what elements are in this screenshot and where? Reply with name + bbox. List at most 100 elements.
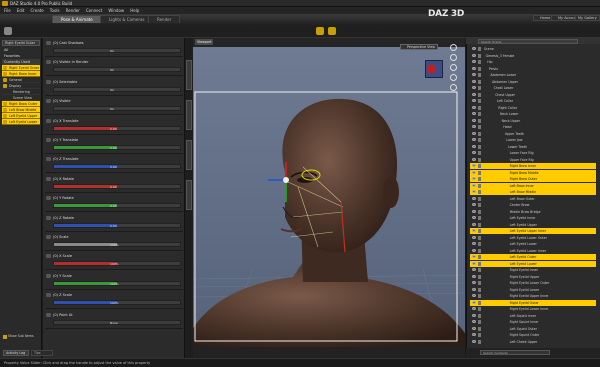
scene-node[interactable]: Hip <box>470 59 596 65</box>
scene-node[interactable]: Pelvis <box>470 66 596 72</box>
parameter-slider[interactable]: 0.00 <box>53 203 181 209</box>
lock-icon[interactable] <box>478 320 481 324</box>
scene-node[interactable]: Right Eyelid Upper <box>470 274 596 280</box>
visibility-eye-icon[interactable] <box>472 242 476 245</box>
parameter-slider[interactable]: On <box>53 106 181 112</box>
lock-icon[interactable] <box>478 151 481 155</box>
scene-node[interactable]: Scene <box>470 46 596 52</box>
content-search-input[interactable]: Search Contents <box>480 350 550 355</box>
parameter-slider[interactable]: 100% <box>53 280 181 286</box>
scene-node[interactable]: Chest Upper <box>470 92 596 98</box>
scene-node[interactable]: Abdomen Lower <box>470 72 596 78</box>
tab-tips[interactable]: Tips <box>31 350 53 356</box>
lock-icon[interactable] <box>478 177 481 181</box>
scene-node[interactable]: Right Brow Middle <box>470 169 596 176</box>
lock-icon[interactable] <box>478 274 481 279</box>
lock-icon[interactable] <box>478 164 481 168</box>
scene-node[interactable]: Abdomen Upper <box>470 79 596 85</box>
scene-node[interactable]: Left Eyelid Lower <box>470 260 596 267</box>
lock-icon[interactable] <box>478 92 481 97</box>
side-tab[interactable] <box>186 100 192 130</box>
lock-icon[interactable] <box>478 170 481 175</box>
parameter-slider[interactable]: 0.00 <box>53 183 181 189</box>
scene-node[interactable]: Left Eyelid Lower Inner <box>470 248 596 254</box>
lock-icon[interactable] <box>478 125 481 129</box>
lock-icon[interactable] <box>478 112 481 116</box>
scene-node[interactable]: Head <box>470 124 596 130</box>
parameter-slider[interactable]: None <box>53 319 181 325</box>
lock-icon[interactable] <box>478 222 481 227</box>
scene-node[interactable]: Right Eyelid Outer <box>470 299 596 306</box>
scene-node[interactable]: Lower Face Rig <box>470 150 596 156</box>
lock-icon[interactable] <box>478 333 481 337</box>
left-item[interactable]: Left Eyelid Lower <box>2 119 40 125</box>
lock-icon[interactable] <box>478 339 481 344</box>
visibility-eye-icon[interactable] <box>472 255 476 258</box>
link-my-gallery[interactable]: My Gallery <box>575 15 600 21</box>
lock-icon[interactable] <box>478 294 481 298</box>
visibility-eye-icon[interactable] <box>472 300 476 304</box>
scene-node[interactable]: Left Eyelid Upper <box>470 222 596 228</box>
scene-node[interactable]: Left Brow Inner <box>470 182 596 189</box>
lock-icon[interactable] <box>478 99 481 103</box>
visibility-eye-icon[interactable] <box>472 66 476 70</box>
visibility-eye-icon[interactable] <box>472 112 476 115</box>
lock-icon[interactable] <box>478 118 481 123</box>
scene-node[interactable]: Right Eyelid Inner <box>470 267 596 273</box>
select-tool-icon[interactable] <box>316 27 324 35</box>
scene-node[interactable]: Neck Upper <box>470 118 596 124</box>
lock-icon[interactable] <box>478 190 481 194</box>
side-tab[interactable] <box>186 180 192 210</box>
lock-icon[interactable] <box>478 138 481 142</box>
lock-icon[interactable] <box>478 255 481 259</box>
visibility-eye-icon[interactable] <box>472 164 476 167</box>
scene-node[interactable]: Left Eyelid Inner <box>470 215 596 221</box>
lock-icon[interactable] <box>478 307 481 311</box>
scene-node[interactable]: Right Eyelid Lower Outer <box>470 280 596 286</box>
lock-icon[interactable] <box>478 261 481 266</box>
scene-node[interactable]: Genesis_3 Female <box>470 53 596 59</box>
lock-icon[interactable] <box>478 157 481 162</box>
visibility-eye-icon[interactable] <box>472 99 476 102</box>
viewport-tab[interactable]: Viewport <box>195 39 213 45</box>
scene-node[interactable]: Upper Face Rig <box>470 157 596 163</box>
lock-icon[interactable] <box>478 216 481 220</box>
menu-window[interactable]: Window <box>108 8 124 13</box>
parameter-slider[interactable]: 0.00 <box>53 145 181 150</box>
scene-node[interactable]: Middle Brow Bridge <box>470 209 596 215</box>
scene-node[interactable]: Lower Teeth <box>470 144 596 150</box>
lock-icon[interactable] <box>478 242 481 246</box>
visibility-eye-icon[interactable] <box>472 157 476 161</box>
scene-node[interactable]: Left Cheek Upper <box>470 339 596 345</box>
menu-render[interactable]: Render <box>66 8 80 13</box>
visibility-eye-icon[interactable] <box>472 86 476 89</box>
tab-render[interactable]: Render <box>148 15 181 23</box>
visibility-eye-icon[interactable] <box>472 274 476 278</box>
lock-icon[interactable] <box>478 281 481 285</box>
visibility-eye-icon[interactable] <box>472 151 476 154</box>
menu-file[interactable]: File <box>4 8 11 13</box>
lock-icon[interactable] <box>478 131 481 136</box>
parameter-slider[interactable]: On <box>53 67 181 73</box>
visibility-eye-icon[interactable] <box>472 229 476 232</box>
scene-search-input[interactable]: Search Scene <box>478 39 578 44</box>
viewport-3d[interactable] <box>193 47 465 347</box>
visibility-eye-icon[interactable] <box>472 281 476 284</box>
visibility-eye-icon[interactable] <box>472 307 476 310</box>
parameter-slider[interactable]: On <box>53 48 181 53</box>
panel-menu-icon[interactable] <box>4 27 12 35</box>
visibility-eye-icon[interactable] <box>472 261 476 265</box>
lock-icon[interactable] <box>478 209 481 214</box>
side-tab[interactable] <box>186 60 192 90</box>
lock-icon[interactable] <box>478 287 481 292</box>
visibility-eye-icon[interactable] <box>472 235 476 239</box>
visibility-eye-icon[interactable] <box>472 105 476 109</box>
lock-icon[interactable] <box>478 229 481 233</box>
scene-node[interactable]: Left Brow Outer <box>470 196 596 202</box>
zoom-icon[interactable] <box>450 54 457 61</box>
visibility-eye-icon[interactable] <box>472 92 476 96</box>
reset-view-icon[interactable] <box>450 84 457 91</box>
scene-node[interactable]: Right Brow Inner <box>470 163 596 169</box>
scene-node[interactable]: Right Squint Outer <box>470 332 596 338</box>
lock-icon[interactable] <box>478 248 481 253</box>
